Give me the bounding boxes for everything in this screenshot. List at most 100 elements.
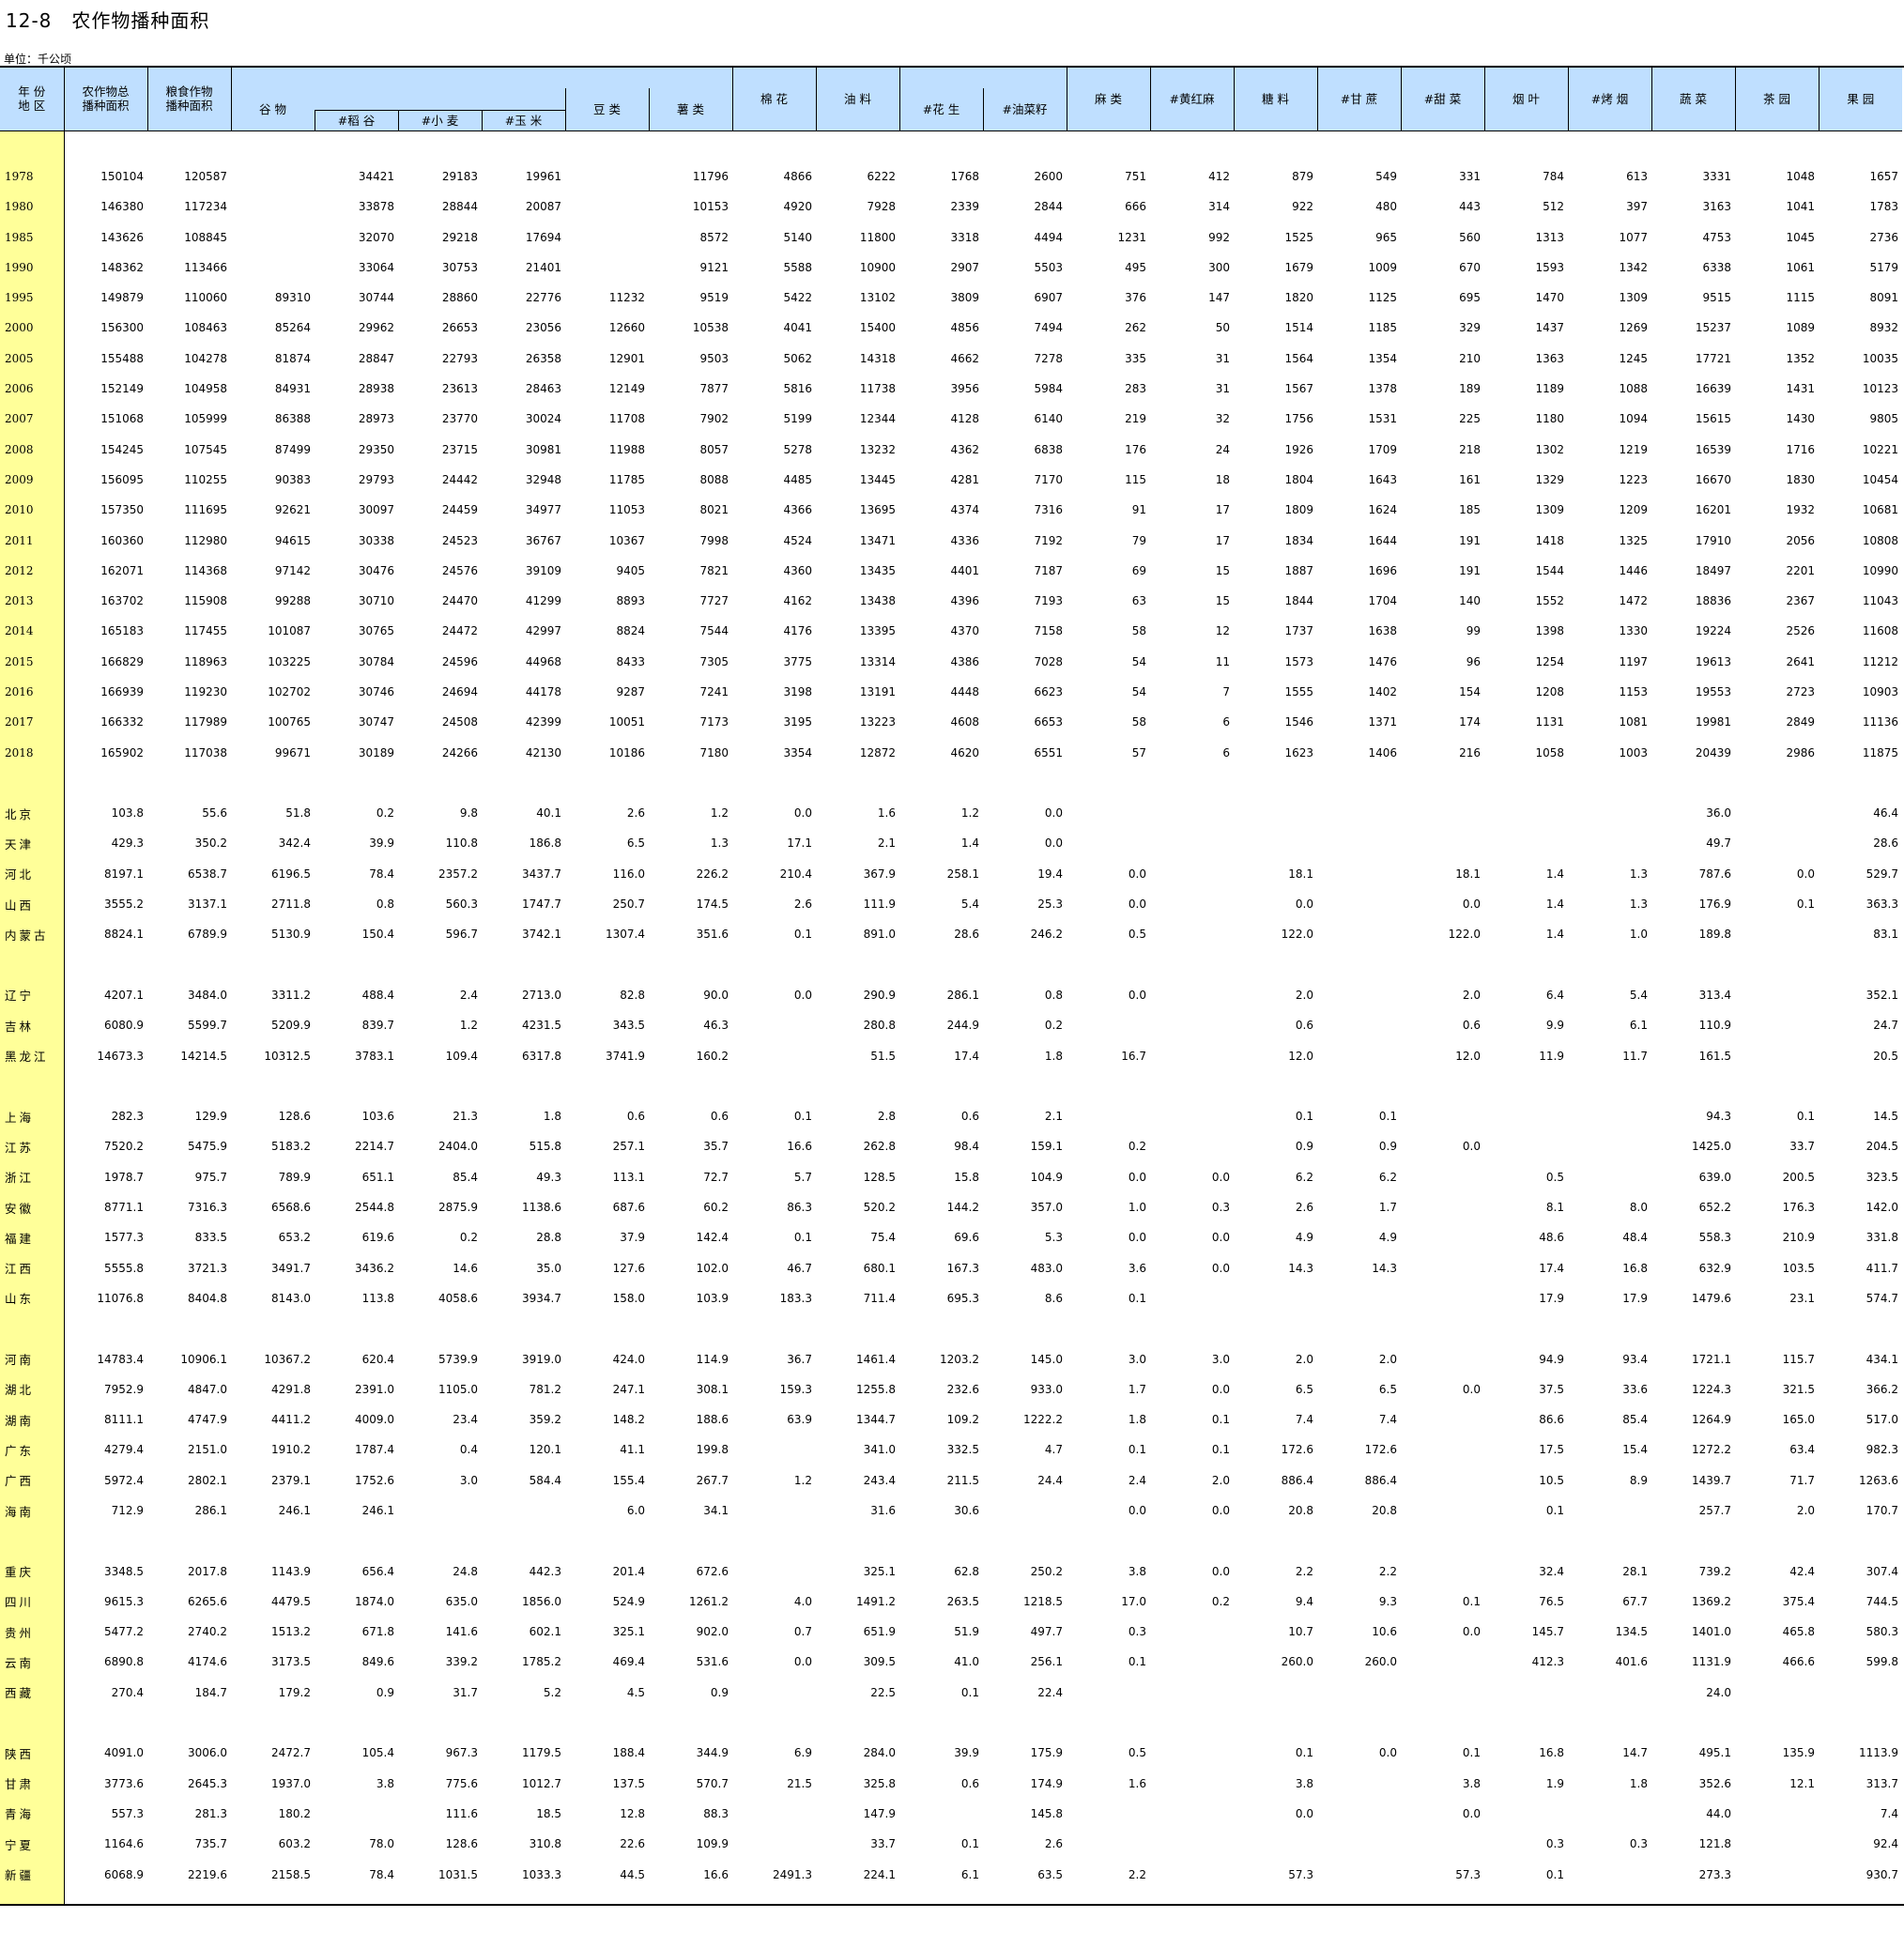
table-cell: 0.1 [1796, 1110, 1815, 1124]
table-cell: 1180 [1535, 412, 1564, 426]
table-cell: 16639 [1695, 382, 1731, 396]
table-cell: 1721.1 [1692, 1352, 1731, 1366]
table-cell: 2907 [950, 260, 979, 274]
table-cell: 129.9 [194, 1110, 227, 1124]
table-cell: 11.7 [1622, 1049, 1648, 1063]
table-cell: 7902 [699, 412, 729, 426]
table-cell [1234, 798, 1317, 828]
table-cell: 72.7 [703, 1170, 729, 1184]
table-cell: 32 [1215, 412, 1230, 426]
table-cell: 108845 [184, 230, 227, 244]
table-cell: 6907 [1034, 291, 1063, 305]
table-cell: 2056 [1786, 533, 1815, 547]
table-cell: 117038 [184, 745, 227, 759]
table-cell: 10035 [1862, 351, 1898, 365]
table-cell: 789.9 [278, 1170, 311, 1184]
table-cell: 1045 [1786, 230, 1815, 244]
table-cell: 154245 [100, 442, 144, 456]
table-cell: 495.1 [1698, 1746, 1731, 1760]
row-label-region: 广东 [0, 1434, 64, 1465]
table-cell: 46.7 [787, 1261, 812, 1275]
table-cell: 7028 [1034, 654, 1063, 668]
table-cell: 67.7 [1622, 1594, 1648, 1608]
table-cell: 165183 [100, 624, 144, 638]
table-cell [1484, 828, 1568, 858]
table-cell: 13395 [859, 624, 896, 638]
table-cell: 1573 [1284, 654, 1313, 668]
header-oil-group-blank [898, 68, 1067, 88]
table-cell: 110060 [184, 291, 227, 305]
table-row: 山西 3555.2 3137.1 2711.8 0.8 560.3 1747.7 250.7 1… [0, 888, 1902, 920]
table-cell: 1844 [1284, 594, 1313, 608]
table-cell: 21.5 [787, 1776, 812, 1790]
table-cell: 1567 [1284, 382, 1313, 396]
table-cell: 1446 [1619, 563, 1648, 577]
table-cell: 4866 [783, 169, 812, 183]
table-cell: 14318 [859, 351, 896, 365]
table-cell: 102702 [268, 684, 311, 698]
table-cell: 191 [1459, 563, 1481, 577]
table-cell: 36.0 [1706, 806, 1731, 821]
table-cell: 7187 [1034, 563, 1063, 577]
table-cell: 11.9 [1539, 1049, 1564, 1063]
table-cell: 3311.2 [271, 988, 311, 1002]
table-cell: 712.9 [111, 1504, 144, 1517]
table-cell: 5475.9 [188, 1140, 227, 1154]
table-cell: 225 [1459, 412, 1481, 426]
table-cell: 1401.0 [1692, 1625, 1731, 1639]
table-cell: 6.0 [626, 1504, 645, 1517]
table-cell: 323.5 [1866, 1170, 1898, 1184]
table-cell: 5.3 [1044, 1231, 1063, 1245]
table-cell: 1910.2 [271, 1443, 311, 1457]
table-cell: 2723 [1786, 684, 1815, 698]
table-cell: 429.3 [111, 836, 144, 851]
table-cell: 283 [1125, 382, 1146, 396]
table-cell: 121.8 [1698, 1837, 1731, 1851]
table-cell: 62.8 [954, 1564, 979, 1578]
table-cell: 0.0 [1462, 1625, 1481, 1639]
table-cell: 0.1 [1462, 1746, 1481, 1760]
table-cell: 1077 [1619, 230, 1648, 244]
table-cell: 137.5 [612, 1776, 645, 1790]
table-cell: 44178 [525, 684, 561, 698]
table-cell: 34421 [358, 169, 394, 183]
table-cell [1317, 1010, 1401, 1040]
header-beans: 豆 类 [564, 88, 649, 131]
table-cell: 103.5 [1782, 1261, 1815, 1275]
unit-label: 单位：千公顷 [4, 53, 72, 66]
row-label-region: 浙江 [0, 1161, 64, 1192]
table-cell: 30476 [358, 563, 394, 577]
table-cell: 465.8 [1782, 1625, 1815, 1639]
table-cell: 9615.3 [104, 1594, 144, 1608]
table-cell: 7928 [867, 200, 896, 214]
table-cell: 11796 [692, 169, 729, 183]
row-label-region: 陕西 [0, 1738, 64, 1769]
table-cell [1150, 828, 1234, 858]
row-label-region: 内蒙古 [0, 919, 64, 950]
table-cell: 44.0 [1706, 1806, 1731, 1820]
table-cell: 967.3 [445, 1746, 478, 1760]
table-cell: 12.0 [1455, 1049, 1481, 1063]
table-cell: 10990 [1862, 563, 1898, 577]
table-cell: 3436.2 [355, 1261, 394, 1275]
table-cell [231, 161, 315, 192]
header-region-line2: 地 区 [18, 99, 46, 114]
table-cell: 30.6 [954, 1504, 979, 1517]
table-cell: 16.8 [1622, 1261, 1648, 1275]
table-cell: 11875 [1862, 745, 1898, 759]
table-cell [1150, 919, 1234, 949]
table-cell: 3354 [783, 745, 812, 759]
table-cell: 0.0 [1211, 1564, 1230, 1578]
table-cell: 51.8 [285, 806, 311, 821]
row-label-region: 河南 [0, 1343, 64, 1374]
table-cell: 232.6 [946, 1382, 979, 1396]
table-cell: 1.2 [710, 806, 729, 821]
table-cell: 29962 [358, 321, 394, 335]
table-cell: 101087 [268, 624, 311, 638]
table-cell [1484, 1678, 1568, 1708]
table-cell: 31 [1215, 351, 1230, 365]
table-cell: 160360 [100, 533, 144, 547]
table-cell: 16539 [1695, 442, 1731, 456]
table-cell: 1643 [1368, 472, 1397, 486]
table-cell: 18.1 [1288, 867, 1313, 881]
